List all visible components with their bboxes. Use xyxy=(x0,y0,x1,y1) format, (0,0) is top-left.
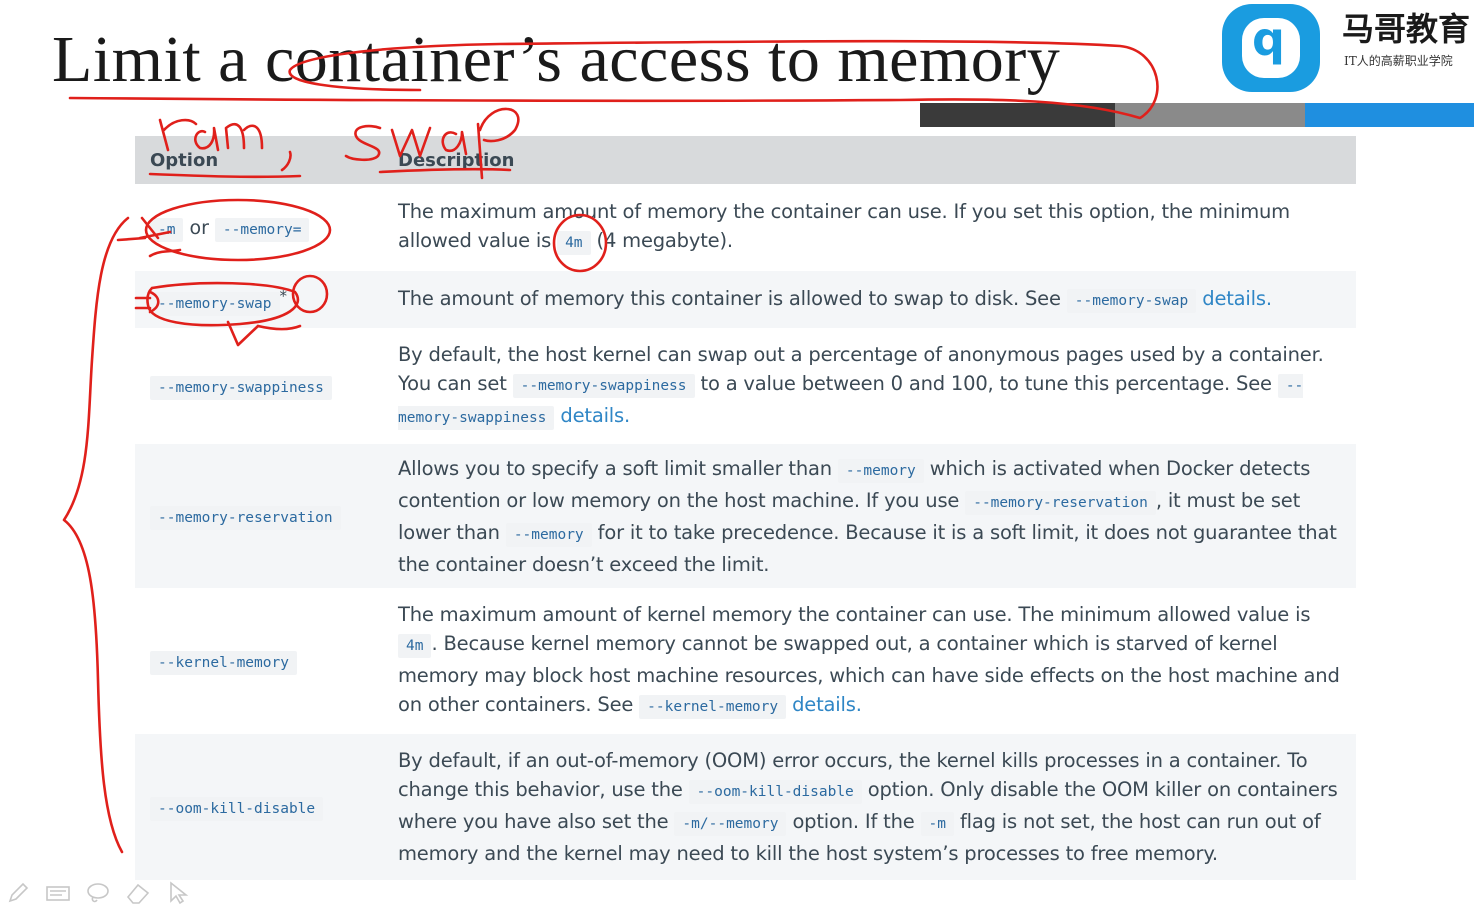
table-row: --kernel-memory The maximum amount of ke… xyxy=(135,588,1356,734)
desc-code: --memory xyxy=(837,458,924,483)
option-cell: --memory-swap * xyxy=(135,287,398,316)
desc-code: -m/--memory xyxy=(674,812,787,836)
option-cell: -m or --memory= xyxy=(135,216,398,242)
desc-text: Allows you to specify a soft limit small… xyxy=(398,456,838,480)
lasso-icon[interactable] xyxy=(84,879,112,907)
slide-title: Limit a container’s access to memory xyxy=(52,23,1061,96)
logo-slogan: IT人的高薪职业学院 xyxy=(1344,54,1453,68)
option-cell: --memory-reservation xyxy=(135,505,398,530)
description-cell: By default, the host kernel can swap out… xyxy=(398,340,1356,433)
option-code-memory: --memory= xyxy=(214,217,310,242)
option-code: --memory-swap xyxy=(150,291,280,316)
eraser-icon[interactable] xyxy=(124,879,152,907)
option-cell: --oom-kill-disable xyxy=(135,796,398,821)
table-row: -m or --memory= The maximum amount of memo… xyxy=(135,184,1356,271)
desc-text: The maximum amount of kernel memory the … xyxy=(398,603,1311,626)
annotation-toolbar xyxy=(4,876,192,910)
desc-code: 4m xyxy=(398,634,432,658)
decorative-bar-blue xyxy=(1305,103,1474,127)
option-code-m: -m xyxy=(150,217,184,242)
details-link[interactable]: details. xyxy=(560,404,630,427)
table-row: --memory-swappiness By default, the host… xyxy=(135,328,1356,444)
options-table: Option Description -m or --memory= The max… xyxy=(135,136,1356,880)
desc-text: (4 megabyte). xyxy=(590,229,734,252)
desc-text: to a value between 0 and 100, to tune th… xyxy=(694,371,1278,395)
table-header: Option Description xyxy=(135,136,1356,184)
desc-text: option. If the xyxy=(786,810,921,833)
required-star: * xyxy=(279,287,288,306)
option-code: --kernel-memory xyxy=(150,650,297,675)
desc-code: --kernel-memory xyxy=(639,695,787,719)
desc-code: 4m xyxy=(557,231,591,255)
option-cell: --kernel-memory xyxy=(135,650,398,675)
highlighter-icon[interactable] xyxy=(44,879,72,907)
option-code: --memory-swappiness xyxy=(150,375,332,400)
option-or: or xyxy=(189,216,209,239)
details-link[interactable]: details. xyxy=(792,693,862,716)
option-code: --memory-reservation xyxy=(150,505,341,530)
logo-mark-icon: q xyxy=(1222,4,1320,92)
pen-icon[interactable] xyxy=(4,879,32,907)
decorative-bar-gray xyxy=(1115,103,1305,127)
desc-text: The amount of memory this container is a… xyxy=(398,286,1067,310)
desc-code: --oom-kill-disable xyxy=(688,780,862,804)
description-cell: By default, if an out-of-memory (OOM) er… xyxy=(398,746,1356,868)
header-description: Description xyxy=(398,149,515,171)
pointer-icon[interactable] xyxy=(164,879,192,907)
option-code: --oom-kill-disable xyxy=(150,796,324,821)
desc-code: --memory xyxy=(505,522,592,547)
logo-name: 马哥教育 xyxy=(1342,10,1471,48)
table-row: --oom-kill-disable By default, if an out… xyxy=(135,734,1356,880)
desc-text: The maximum amount of memory the contain… xyxy=(398,200,1290,252)
brand-logo: q 马哥教育 IT人的高薪职业学院 xyxy=(1222,4,1474,96)
description-cell: The maximum amount of memory the contain… xyxy=(398,197,1356,258)
desc-code: --memory-swap xyxy=(1066,288,1197,313)
description-cell: The maximum amount of kernel memory the … xyxy=(398,600,1356,722)
header-option: Option xyxy=(150,149,219,171)
option-cell: --memory-swappiness xyxy=(135,375,398,400)
desc-code: --memory-reservation xyxy=(965,490,1156,515)
desc-code: -m xyxy=(920,812,954,836)
table-row: --memory-swap * The amount of memory this… xyxy=(135,271,1356,328)
description-cell: The amount of memory this container is a… xyxy=(398,284,1356,316)
desc-code: --memory-swappiness xyxy=(512,373,695,398)
decorative-bar-dark xyxy=(920,103,1115,127)
table-row: --memory-reservation Allows you to speci… xyxy=(135,444,1356,588)
ink-brace-left xyxy=(62,216,130,854)
details-link[interactable]: details. xyxy=(1202,287,1272,310)
description-cell: Allows you to specify a soft limit small… xyxy=(398,454,1356,579)
desc-text: . Because kernel memory cannot be swappe… xyxy=(398,632,1340,716)
